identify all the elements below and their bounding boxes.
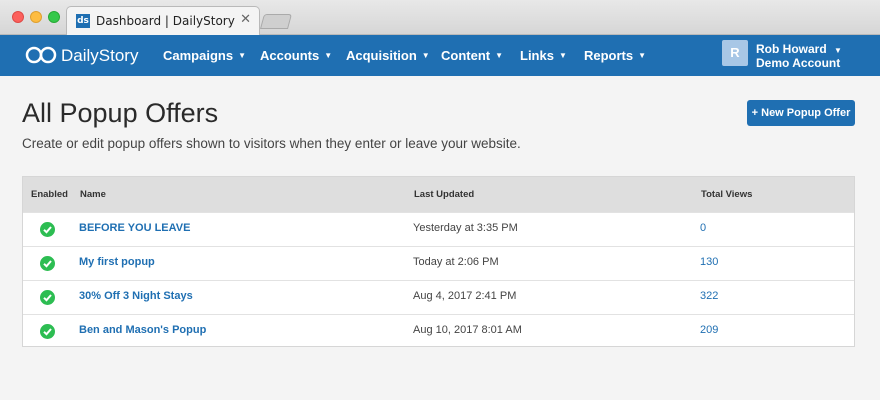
nav-acquisition[interactable]: Acquisition ▼	[346, 48, 430, 63]
table-header: Enabled Name Last Updated Total Views	[23, 177, 854, 212]
last-updated: Today at 2:06 PM	[413, 256, 499, 268]
page-description: Create or edit popup offers shown to vis…	[22, 136, 521, 151]
nav-links[interactable]: Links ▼	[520, 48, 567, 63]
maximize-window-button[interactable]	[48, 11, 60, 23]
total-views-link[interactable]: 322	[700, 290, 718, 302]
nav-label: Accounts	[260, 48, 320, 63]
enabled-check-icon[interactable]	[40, 290, 55, 305]
nav-label: Links	[520, 48, 554, 63]
close-window-button[interactable]	[12, 11, 24, 23]
user-account[interactable]: Demo Account	[756, 56, 840, 70]
nav-content[interactable]: Content ▼	[441, 48, 503, 63]
new-tab-button[interactable]	[259, 14, 293, 29]
caret-down-icon: ▼	[421, 51, 430, 60]
brand-name: DailyStory	[61, 46, 139, 65]
last-updated: Aug 10, 2017 8:01 AM	[413, 324, 522, 336]
enabled-check-icon[interactable]	[40, 256, 55, 271]
enabled-check-icon[interactable]	[40, 222, 55, 237]
table-row: My first popup Today at 2:06 PM 130	[23, 246, 854, 280]
table-row: BEFORE YOU LEAVE Yesterday at 3:35 PM 0	[23, 212, 854, 246]
total-views-link[interactable]: 130	[700, 256, 718, 268]
column-header-name[interactable]: Name	[80, 189, 106, 200]
popup-offers-table: Enabled Name Last Updated Total Views BE…	[22, 176, 855, 347]
browser-tab[interactable]: ds Dashboard | DailyStory ✕	[66, 6, 260, 36]
column-header-total-views[interactable]: Total Views	[701, 189, 752, 200]
total-views-link[interactable]: 0	[700, 222, 706, 234]
enabled-check-icon[interactable]	[40, 324, 55, 339]
favicon-icon: ds	[76, 14, 90, 28]
infinity-logo-icon	[25, 46, 57, 64]
total-views-link[interactable]: 209	[700, 324, 718, 336]
nav-accounts[interactable]: Accounts ▼	[260, 48, 332, 63]
caret-down-icon: ▼	[638, 51, 647, 60]
new-popup-offer-button[interactable]: + New Popup Offer	[747, 100, 855, 126]
table-row: Ben and Mason's Popup Aug 10, 2017 8:01 …	[23, 314, 854, 348]
last-updated: Aug 4, 2017 2:41 PM	[413, 290, 517, 302]
browser-titlebar: ds Dashboard | DailyStory ✕	[0, 0, 880, 36]
nav-label: Campaigns	[163, 48, 234, 63]
caret-down-icon: ▼	[558, 51, 567, 60]
last-updated: Yesterday at 3:35 PM	[413, 222, 518, 234]
nav-label: Content	[441, 48, 491, 63]
nav-label: Acquisition	[346, 48, 417, 63]
caret-down-icon: ▼	[324, 51, 333, 60]
tab-close-icon[interactable]: ✕	[240, 12, 251, 27]
main-navbar: DailyStory Campaigns ▼ Accounts ▼ Acquisit…	[0, 35, 880, 76]
page-title: All Popup Offers	[22, 98, 219, 128]
offer-name-link[interactable]: BEFORE YOU LEAVE	[79, 222, 190, 234]
offer-name-link[interactable]: 30% Off 3 Night Stays	[79, 290, 193, 302]
nav-reports[interactable]: Reports ▼	[584, 48, 646, 63]
nav-label: Reports	[584, 48, 634, 63]
caret-down-icon: ▼	[238, 51, 246, 60]
nav-campaigns[interactable]: Campaigns ▼	[163, 48, 246, 63]
offer-name-link[interactable]: My first popup	[79, 256, 155, 268]
user-name[interactable]: Rob Howard	[756, 42, 827, 56]
caret-down-icon: ▼	[495, 51, 504, 60]
table-row: 30% Off 3 Night Stays Aug 4, 2017 2:41 P…	[23, 280, 854, 314]
avatar[interactable]: R	[722, 40, 748, 66]
caret-down-icon[interactable]: ▼	[834, 46, 842, 55]
column-header-enabled[interactable]: Enabled	[31, 189, 68, 200]
tab-title: Dashboard | DailyStory	[96, 14, 235, 28]
minimize-window-button[interactable]	[30, 11, 42, 23]
offer-name-link[interactable]: Ben and Mason's Popup	[79, 324, 206, 336]
column-header-last-updated[interactable]: Last Updated	[414, 189, 474, 200]
